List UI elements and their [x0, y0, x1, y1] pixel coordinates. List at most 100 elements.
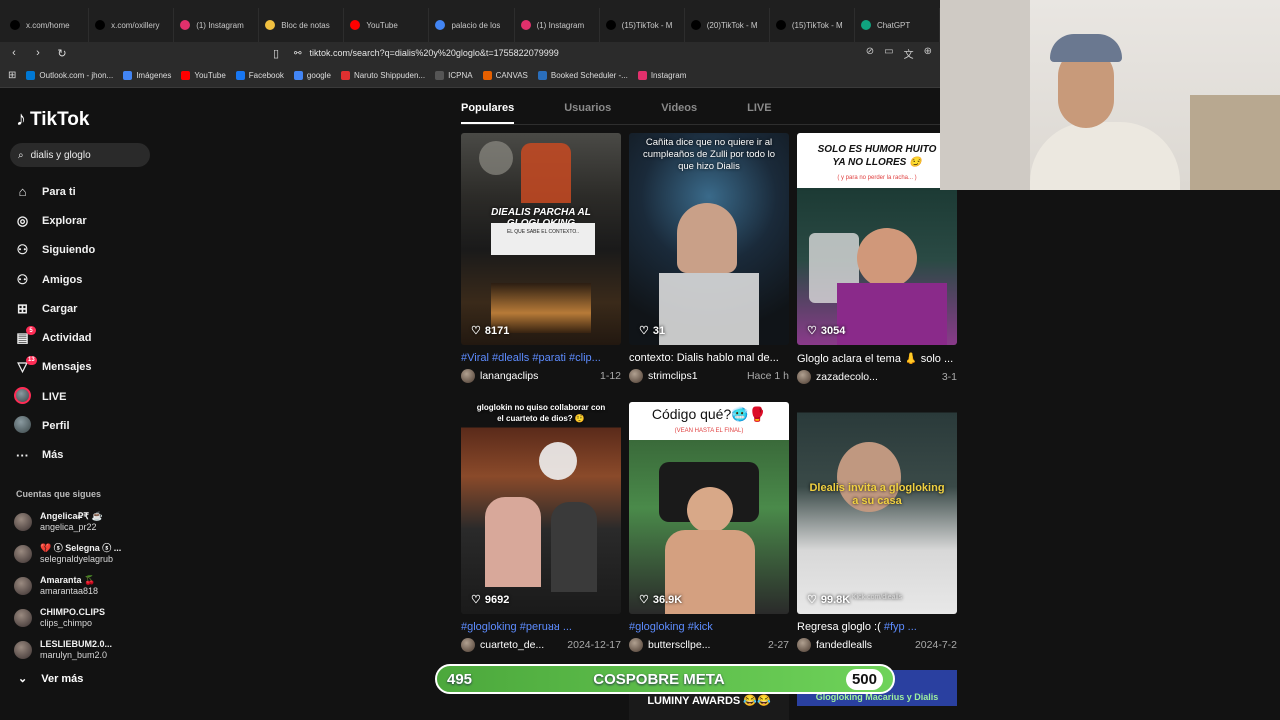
video-description[interactable]: contexto: Dialis hablo mal de...	[629, 352, 789, 364]
video-thumbnail[interactable]: Código qué?🥶🥊 (VEAN HASTA EL FINAL) ♡ 36.…	[629, 402, 789, 614]
video-card[interactable]: gloglokin no quiso collaborar con el cua…	[461, 402, 621, 652]
browser-tab[interactable]: x.com/oxillery	[89, 8, 175, 42]
browser-tab[interactable]: Bloc de notas	[259, 8, 345, 42]
bookmark-item[interactable]: Outlook.com - jhon...	[26, 71, 113, 80]
sidebar-item-more[interactable]: ··· Más	[14, 441, 194, 470]
followed-account[interactable]: CHIMPO.CLIPS clips_chimpo	[14, 602, 194, 634]
video-card[interactable]: Dlealis invita a glogloking a su casa Ki…	[797, 402, 957, 652]
browser-tab[interactable]: YouTube	[344, 8, 430, 42]
browser-tab[interactable]: (1) Instagram	[515, 8, 600, 42]
sidebar-item-following[interactable]: ⚇ Siguiendo	[14, 236, 194, 265]
bookmark-icon[interactable]: ▯	[270, 47, 282, 60]
browser-tab[interactable]: (20)TikTok - M	[685, 8, 770, 42]
avatar[interactable]	[629, 369, 643, 383]
bookmark-item[interactable]: CANVAS	[482, 71, 528, 80]
forward-icon[interactable]: ›	[32, 47, 44, 59]
search-input[interactable]: ⌕ dialis y gloglo	[10, 143, 150, 167]
avatar[interactable]	[461, 369, 475, 383]
browser-tab[interactable]: (15)TikTok - M	[770, 8, 855, 42]
video-description[interactable]: Gloglo aclara el tema 👃 solo ...	[797, 352, 957, 365]
bookmark-item[interactable]: Imágenes	[123, 71, 171, 80]
sidebar-item-friends[interactable]: ⚇ Amigos	[14, 265, 194, 294]
reload-icon[interactable]: ↻	[56, 47, 68, 60]
sidebar-item-home[interactable]: ⌂ Para ti	[14, 177, 194, 206]
author-username[interactable]: zazadecolo...	[816, 371, 937, 383]
followed-account[interactable]: LESLIEBUM2.0... marulyn_bum2.0	[14, 634, 194, 666]
bookmark-item[interactable]: google	[293, 71, 331, 80]
tab-label: x.com/oxillery	[111, 20, 160, 30]
back-icon[interactable]: ‹	[8, 47, 20, 59]
bookmark-item[interactable]: Booked Scheduler -...	[537, 71, 628, 80]
likes-value: 31	[652, 324, 666, 337]
video-meta: zazadecolo... 3-1	[797, 370, 957, 384]
bookmark-item[interactable]: Instagram	[637, 71, 686, 80]
bookmark-item[interactable]: YouTube	[181, 71, 226, 80]
avatar[interactable]	[797, 370, 811, 384]
followed-account[interactable]: Angelica₽₹ ☕ angelica_pr22	[14, 506, 194, 538]
browser-tab[interactable]: ChatGPT	[855, 8, 941, 42]
tiktok-icon	[775, 20, 786, 30]
share-icon[interactable]: ⊕	[924, 46, 932, 61]
avatar[interactable]	[461, 638, 475, 652]
translate-icon[interactable]: 文	[904, 46, 914, 61]
site-info-icon[interactable]: ⚯	[294, 48, 302, 59]
followed-account[interactable]: Amaranta 🍒 amarantaa818	[14, 570, 194, 602]
author-username[interactable]: lanangaclips	[480, 370, 595, 382]
video-thumbnail[interactable]: DIEALIS PARCHA AL GLOGLOKING EL QUE SABE…	[461, 133, 621, 345]
tab-live[interactable]: LIVE	[747, 102, 771, 124]
video-card[interactable]: SOLO ES HUMOR HUITO YA NO LLORES 😏 ( y p…	[797, 133, 957, 384]
followed-account[interactable]: 💔 ⓢ Selegna ⓢ ... selegnaldyelagrub	[14, 538, 194, 570]
author-username[interactable]: butterscllpe...	[648, 639, 763, 651]
light-shape	[539, 442, 577, 480]
browser-tab[interactable]: (15)TikTok - M	[600, 8, 685, 42]
video-thumbnail[interactable]: SOLO ES HUMOR HUITO YA NO LLORES 😏 ( y p…	[797, 133, 957, 345]
video-card[interactable]: Cañita dice que no quiere ir al cumpleañ…	[629, 133, 789, 383]
sidebar-item-compass[interactable]: ◎ Explorar	[14, 206, 194, 235]
video-card[interactable]: Código qué?🥶🥊 (VEAN HASTA EL FINAL) ♡ 36.…	[629, 402, 789, 652]
author-username[interactable]: strimclips1	[648, 370, 742, 382]
sidebar-item-live[interactable]: LIVE	[14, 382, 194, 411]
browser-tab[interactable]: palacio de los	[429, 8, 515, 42]
sidebar-item-profile[interactable]: Perfil	[14, 411, 194, 440]
likes-value: 99.8K	[820, 593, 851, 606]
avatar	[14, 513, 32, 531]
video-description[interactable]: Regresa gloglo :( #fyp ...	[797, 621, 957, 633]
bookmark-item[interactable]: ICPNA	[435, 71, 473, 80]
avatar[interactable]	[797, 638, 811, 652]
browser-tab[interactable]: (1) Instagram	[174, 8, 260, 42]
notepad-icon	[265, 20, 276, 30]
address-bar[interactable]: ⚯ tiktok.com/search?q=dialis%20y%20glogl…	[294, 44, 854, 62]
apps-grid-icon[interactable]: ⊞	[8, 70, 16, 81]
browser-tab[interactable]: x.com/home	[4, 8, 90, 42]
overlay-caption: EL QUE SABE EL CONTEXTO..	[506, 229, 580, 235]
video-description[interactable]: #glogloking #peruᴚᴚ ...	[461, 621, 621, 633]
ver-mas-button[interactable]: ⌄ Ver más	[18, 672, 83, 686]
author-username[interactable]: cuarteto_de...	[480, 639, 562, 651]
avatar	[14, 609, 32, 627]
tab-usuarios[interactable]: Usuarios	[564, 102, 611, 124]
video-description[interactable]: #Viral #dlealls #parati #clip...	[461, 352, 621, 364]
video-thumbnail[interactable]: gloglokin no quiso collaborar con el cua…	[461, 402, 621, 614]
tiktok-logo[interactable]: ♪ TikTok	[16, 108, 89, 131]
results-tabs: Populares Usuarios Videos LIVE	[461, 102, 822, 124]
mute-icon[interactable]: ⊘	[866, 46, 874, 61]
video-thumbnail[interactable]: Cañita dice que no quiere ir al cumpleañ…	[629, 133, 789, 345]
sidebar-item-activity[interactable]: ▤ 5 Actividad	[14, 323, 194, 352]
author-username[interactable]: fandedlealls	[816, 639, 910, 651]
avatar	[14, 545, 32, 563]
tab-videos[interactable]: Videos	[661, 102, 697, 124]
heart-icon: ♡	[471, 594, 481, 606]
avatar[interactable]	[629, 638, 643, 652]
sidebar-item-upload[interactable]: ⊞ Cargar	[14, 294, 194, 323]
tab-populares[interactable]: Populares	[461, 102, 515, 124]
sidebar-item-messages[interactable]: ▽ 13 Mensajes	[14, 353, 194, 382]
bookmark-item[interactable]: Naruto Shippuden...	[340, 71, 425, 80]
video-thumbnail[interactable]: Dlealis invita a glogloking a su casa Ki…	[797, 402, 957, 614]
account-text: LESLIEBUM2.0... marulyn_bum2.0	[40, 639, 112, 661]
instagram-icon	[180, 20, 191, 30]
video-card[interactable]: DIEALIS PARCHA AL GLOGLOKING EL QUE SABE…	[461, 133, 621, 383]
bookmark-item[interactable]: Facebook	[235, 71, 284, 80]
cast-icon[interactable]: ▭	[884, 46, 893, 61]
video-description[interactable]: #glogloking #kick	[629, 621, 789, 633]
bookmark-favicon-icon	[435, 71, 445, 80]
